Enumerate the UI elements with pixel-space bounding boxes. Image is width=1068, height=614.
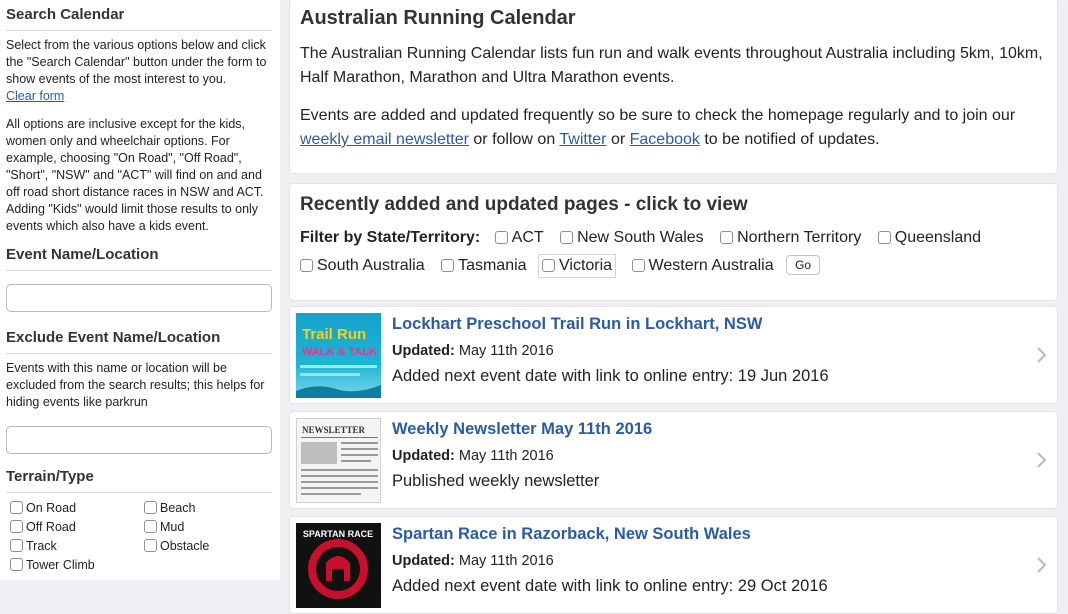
state-filter-qld[interactable]: Queensland — [877, 229, 981, 247]
exclude-event-input[interactable] — [6, 426, 272, 454]
chevron-right-icon — [1037, 452, 1047, 468]
intro-paragraph: The Australian Running Calendar lists fu… — [300, 45, 1043, 86]
facebook-link[interactable]: Facebook — [630, 131, 700, 148]
state-filter-tas[interactable]: Tasmania — [441, 257, 527, 275]
checkbox[interactable] — [300, 259, 313, 272]
twitter-link[interactable]: Twitter — [559, 131, 606, 148]
updated-date: May 11th 2016 — [458, 448, 554, 464]
update-item[interactable]: NEWSLETTER Weekly Newsletter May 11th 20… — [289, 411, 1058, 509]
svg-text:NEWSLETTER: NEWSLETTER — [302, 425, 366, 435]
svg-text:Trail Run: Trail Run — [302, 326, 366, 343]
state-filter-vic[interactable]: Victoria — [538, 254, 617, 278]
newspaper-icon: NEWSLETTER — [296, 418, 381, 503]
filter-go-button[interactable]: Go — [786, 255, 821, 275]
update-item-title[interactable]: Weekly Newsletter May 11th 2016 — [392, 420, 652, 439]
filter-label: Filter by State/Territory: — [300, 229, 481, 246]
chevron-right-icon — [1037, 347, 1047, 363]
spartan-race-logo-icon: SPARTAN RACE — [296, 523, 381, 608]
search-intro-text: Select from the various options below an… — [6, 38, 267, 86]
state-filter-nsw[interactable]: New South Wales — [560, 229, 704, 247]
terrain-type-heading: Terrain/Type — [6, 468, 272, 493]
updated-label: Updated: — [392, 553, 455, 569]
checkbox[interactable] — [10, 558, 23, 571]
clear-form-link[interactable]: Clear form — [6, 89, 64, 103]
newspaper-graphic: NEWSLETTER — [301, 425, 378, 495]
checkbox[interactable] — [10, 501, 23, 514]
state-filter: Filter by State/Territory: ACT New South… — [300, 229, 1047, 247]
exclude-event-heading: Exclude Event Name/Location — [6, 329, 272, 354]
event-name-input[interactable] — [6, 284, 272, 312]
event-name-heading: Event Name/Location — [6, 246, 272, 271]
terrain-option-track[interactable]: Track — [10, 539, 144, 553]
updates-text: or — [606, 131, 630, 148]
checkbox[interactable] — [144, 520, 157, 533]
checkbox[interactable] — [631, 259, 645, 272]
terrain-options: On Road Beach Off Road Mud Track Obstacl… — [6, 501, 272, 572]
terrain-option-obstacle[interactable]: Obstacle — [144, 539, 274, 553]
checkbox[interactable] — [10, 539, 23, 552]
terrain-option-tower-climb[interactable]: Tower Climb — [10, 558, 144, 572]
updated-date: May 11th 2016 — [458, 553, 554, 569]
state-filter-wa[interactable]: Western Australia — [631, 257, 774, 275]
update-item-description: Published weekly newsletter — [392, 472, 600, 490]
checkbox[interactable] — [877, 231, 891, 244]
page-title: Australian Running Calendar — [300, 7, 576, 29]
terrain-option-on-road[interactable]: On Road — [10, 501, 144, 515]
checkbox[interactable] — [560, 231, 574, 244]
svg-text:WALK & TALK: WALK & TALK — [302, 346, 377, 358]
checkbox[interactable] — [144, 501, 157, 514]
updated-label: Updated: — [392, 343, 455, 359]
updates-text: or follow on — [468, 131, 560, 148]
recent-updates-title: Recently added and updated pages - click… — [300, 194, 748, 215]
chevron-right-icon — [1037, 557, 1047, 573]
checkbox[interactable] — [144, 539, 157, 552]
trail-run-poster-graphic: Trail Run WALK & TALK — [296, 326, 381, 398]
updates-paragraph: Events are added and updated frequently … — [300, 104, 1047, 152]
state-filter-nt[interactable]: Northern Territory — [720, 229, 861, 247]
update-item-title[interactable]: Spartan Race in Razorback, New South Wal… — [392, 525, 751, 544]
state-filter-sa[interactable]: South Australia — [300, 257, 425, 275]
update-item-date: Updated: May 11th 2016 — [392, 343, 554, 359]
updates-text: Events are added and updated frequently … — [300, 107, 1016, 124]
trail-run-poster-icon: Trail Run WALK & TALK — [296, 313, 381, 398]
updates-text: to be notified of updates. — [699, 131, 880, 148]
intro-card: Australian Running Calendar The Australi… — [289, 0, 1058, 174]
terrain-option-mud[interactable]: Mud — [144, 520, 274, 534]
terrain-option-off-road[interactable]: Off Road — [10, 520, 144, 534]
update-item-date: Updated: May 11th 2016 — [392, 553, 554, 569]
checkbox[interactable] — [441, 259, 455, 272]
update-item[interactable]: Trail Run WALK & TALK Lockhart Preschool… — [289, 306, 1058, 404]
update-item[interactable]: SPARTAN RACE Spartan Race in Razorback, … — [289, 516, 1058, 614]
svg-text:SPARTAN RACE: SPARTAN RACE — [303, 529, 373, 539]
update-item-date: Updated: May 11th 2016 — [392, 448, 554, 464]
exclude-note-text: Events with this name or location will b… — [6, 361, 265, 409]
checkbox[interactable] — [542, 259, 556, 272]
update-item-description: Added next event date with link to onlin… — [392, 367, 829, 385]
update-item-title[interactable]: Lockhart Preschool Trail Run in Lockhart… — [392, 315, 762, 334]
inclusive-note-text: All options are inclusive except for the… — [6, 117, 264, 233]
updated-date: May 11th 2016 — [458, 343, 554, 359]
state-filter-row-2: South Australia Tasmania Victoria Wester… — [300, 254, 1047, 278]
newsletter-link[interactable]: weekly email newsletter — [300, 131, 469, 148]
updated-label: Updated: — [392, 448, 455, 464]
spartan-race-logo-graphic: SPARTAN RACE — [303, 529, 373, 599]
recent-updates-card: Recently added and updated pages - click… — [289, 183, 1058, 301]
search-calendar-heading: Search Calendar — [6, 6, 272, 31]
state-filter-act[interactable]: ACT — [494, 229, 544, 247]
search-sidebar: Search Calendar Select from the various … — [0, 0, 280, 580]
checkbox[interactable] — [10, 520, 23, 533]
terrain-option-beach[interactable]: Beach — [144, 501, 274, 515]
checkbox[interactable] — [494, 231, 508, 244]
checkbox[interactable] — [720, 231, 734, 244]
